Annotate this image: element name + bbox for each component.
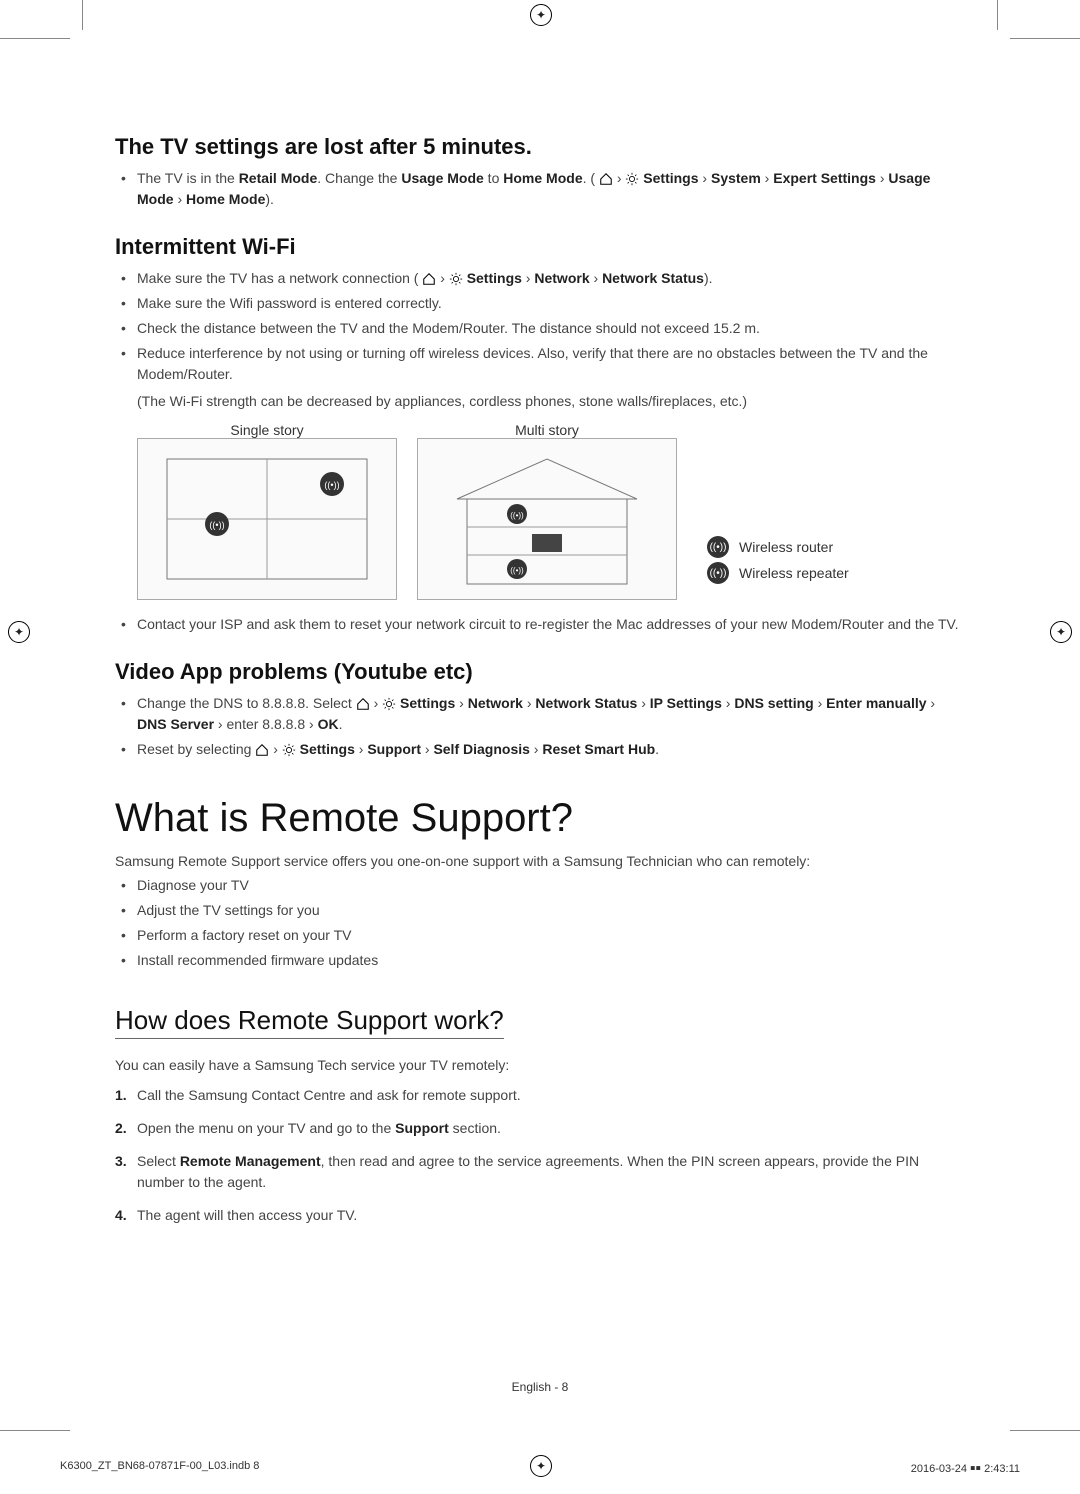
list-item: Adjust the TV settings for you [115, 900, 965, 921]
step-item: Select Remote Management, then read and … [115, 1151, 965, 1193]
legend-router: ((•)) Wireless router [707, 536, 849, 558]
gear-icon [282, 743, 296, 757]
list-item: Contact your ISP and ask them to reset y… [115, 614, 965, 635]
diagram-label-multi: Multi story [417, 422, 677, 438]
footer-file: K6300_ZT_BN68-07871F-00_L03.indb 8 [60, 1460, 259, 1476]
diagram-label-single: Single story [137, 422, 397, 438]
home-icon [422, 272, 436, 286]
list-item: Make sure the Wifi password is entered c… [115, 293, 965, 314]
crop-mark [997, 0, 998, 30]
list-item: Perform a factory reset on your TV [115, 925, 965, 946]
step-item: Open the menu on your TV and go to the S… [115, 1118, 965, 1139]
svg-text:((•)): ((•)) [209, 520, 224, 530]
list-item: Reduce interference by not using or turn… [115, 343, 965, 412]
list-item: Make sure the TV has a network connectio… [115, 268, 965, 289]
gear-icon [382, 697, 396, 711]
heading-intermittent-wifi: Intermittent Wi-Fi [115, 234, 965, 260]
svg-text:((•)): ((•)) [510, 566, 524, 575]
list-item: The TV is in the Retail Mode. Change the… [115, 168, 965, 210]
wifi-diagram-row: Single story ((•)) ((•)) Multi story [115, 422, 965, 600]
list-item: Change the DNS to 8.8.8.8. Select › Sett… [115, 693, 965, 735]
list-item: Diagnose your TV [115, 875, 965, 896]
home-icon [255, 743, 269, 757]
heading-video-app: Video App problems (Youtube etc) [115, 659, 965, 685]
step-item: The agent will then access your TV. [115, 1205, 965, 1226]
step-item: Call the Samsung Contact Centre and ask … [115, 1085, 965, 1106]
heading-lost-settings: The TV settings are lost after 5 minutes… [115, 134, 965, 160]
gear-icon [449, 272, 463, 286]
repeater-icon: ((•)) [707, 562, 729, 584]
registration-mark-icon [8, 621, 30, 643]
crop-mark [1010, 38, 1080, 39]
home-icon [356, 697, 370, 711]
heading-remote-support: What is Remote Support? [115, 796, 965, 841]
list-item: Reset by selecting › Settings › Support … [115, 739, 965, 760]
page-number: English - 8 [0, 1380, 1080, 1394]
single-story-floorplan-icon: ((•)) ((•)) [137, 438, 397, 600]
registration-mark-icon [1050, 621, 1072, 643]
remote-support-intro: Samsung Remote Support service offers yo… [115, 853, 965, 869]
home-icon [599, 172, 613, 186]
footer-timestamp: 2016-03-24 ￭￭ 2:43:11 [911, 1460, 1020, 1476]
router-icon: ((•)) [707, 536, 729, 558]
svg-text:((•)): ((•)) [324, 480, 339, 490]
crop-mark [0, 38, 70, 39]
crop-mark [0, 1430, 70, 1431]
multi-story-house-icon: ((•)) ((•)) [417, 438, 677, 600]
list-item: Install recommended firmware updates [115, 950, 965, 971]
legend-repeater: ((•)) Wireless repeater [707, 562, 849, 584]
crop-mark [82, 0, 83, 30]
heading-how-works: How does Remote Support work? [115, 1005, 504, 1039]
gear-icon [625, 172, 639, 186]
crop-mark [1010, 1430, 1080, 1431]
list-item: Check the distance between the TV and th… [115, 318, 965, 339]
svg-text:((•)): ((•)) [510, 511, 524, 520]
how-works-intro: You can easily have a Samsung Tech servi… [115, 1057, 965, 1073]
